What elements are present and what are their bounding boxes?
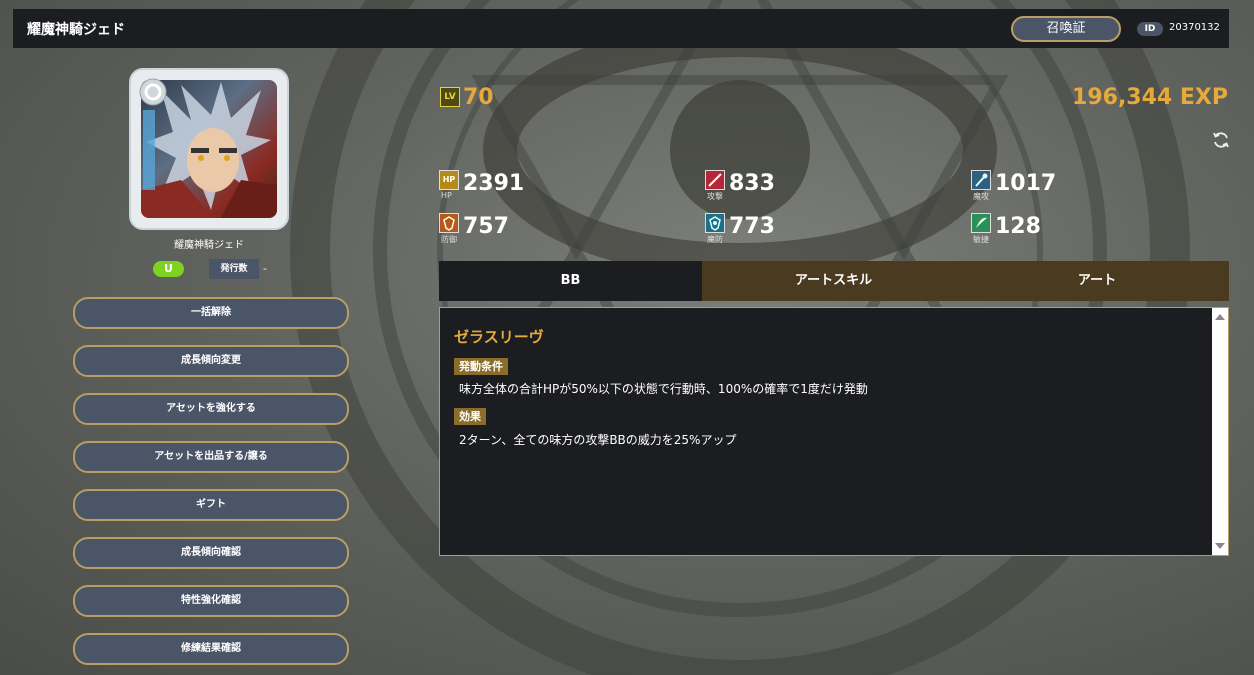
- rarity-badge: U: [153, 261, 184, 277]
- enhance-asset-button[interactable]: アセットを強化する: [73, 393, 349, 425]
- magic-defense-icon: [705, 213, 725, 233]
- stat-value: 757: [463, 214, 509, 239]
- unit-portrait: [129, 68, 289, 230]
- scroll-up-arrow-icon[interactable]: [1215, 314, 1225, 320]
- change-growth-button[interactable]: 成長傾向変更: [73, 345, 349, 377]
- element-icon: [139, 78, 167, 106]
- magic-attack-icon: [971, 170, 991, 190]
- level-icon: LV: [440, 87, 460, 107]
- page-title: 耀魔神騎ジェド: [27, 22, 125, 38]
- stat-label: 攻撃: [707, 192, 723, 201]
- stat-label: 魔攻: [973, 192, 989, 201]
- agility-icon: [971, 213, 991, 233]
- tab-bb[interactable]: BB: [439, 261, 702, 301]
- stat-label: 魔防: [707, 235, 723, 244]
- effect-text: 2ターン、全ての味方の攻撃BBの威力を25%アップ: [459, 433, 737, 447]
- scrollbar[interactable]: [1212, 308, 1228, 555]
- stat-value: 833: [729, 171, 775, 196]
- stat-label: 敏捷: [973, 235, 989, 244]
- id-badge: ID: [1137, 22, 1163, 36]
- level-value: 70: [463, 85, 494, 110]
- unit-name: 耀魔神騎ジェド: [174, 240, 244, 251]
- tab-art[interactable]: アート: [965, 261, 1229, 301]
- issue-count-value: -: [263, 262, 267, 275]
- bulk-release-button[interactable]: 一括解除: [73, 297, 349, 329]
- stat-label: HP: [441, 191, 452, 200]
- stat-value: 773: [729, 214, 775, 239]
- condition-text: 味方全体の合計HPが50%以下の状態で行動時、100%の確率で1度だけ発動: [459, 382, 868, 396]
- stat-label: 防御: [441, 235, 457, 244]
- summon-certificate-button[interactable]: 召喚証: [1011, 16, 1121, 42]
- id-value: 20370132: [1169, 22, 1220, 33]
- skill-name: ゼラスリーヴ: [454, 328, 544, 346]
- list-transfer-asset-button[interactable]: アセットを出品する/譲る: [73, 441, 349, 473]
- hp-icon: HP: [439, 170, 459, 190]
- gift-button[interactable]: ギフト: [73, 489, 349, 521]
- check-training-result-button[interactable]: 修練結果確認: [73, 633, 349, 665]
- refresh-icon[interactable]: [1211, 130, 1231, 150]
- attack-icon: [705, 170, 725, 190]
- issue-count-label: 発行数: [209, 259, 259, 279]
- stat-value: 1017: [995, 171, 1057, 196]
- defense-icon: [439, 213, 459, 233]
- scroll-down-arrow-icon[interactable]: [1215, 543, 1225, 549]
- top-bar: 耀魔神騎ジェド 召喚証 ID 20370132: [13, 9, 1229, 48]
- skill-tabs: BB アートスキル アート: [439, 261, 1229, 301]
- skill-detail-panel: ゼラスリーヴ 発動条件 味方全体の合計HPが50%以下の状態で行動時、100%の…: [439, 307, 1229, 556]
- check-trait-enhance-button[interactable]: 特性強化確認: [73, 585, 349, 617]
- effect-tag: 効果: [454, 408, 486, 425]
- stat-value: 2391: [463, 171, 525, 196]
- check-growth-button[interactable]: 成長傾向確認: [73, 537, 349, 569]
- exp-value: 196,344 EXP: [1072, 85, 1228, 110]
- tab-art-skill[interactable]: アートスキル: [702, 261, 965, 301]
- stat-value: 128: [995, 214, 1041, 239]
- condition-tag: 発動条件: [454, 358, 508, 375]
